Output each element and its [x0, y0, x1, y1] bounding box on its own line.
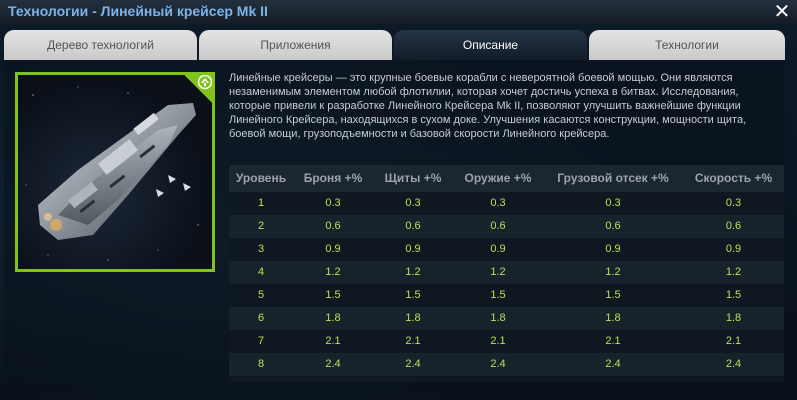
close-icon[interactable]: ✕ — [773, 1, 791, 21]
header-speed: Скорость +% — [694, 171, 773, 185]
cell-weapons: 2.4 — [490, 358, 506, 370]
cell-weapons: 1.5 — [490, 289, 506, 301]
cell-level: 4 — [257, 266, 265, 278]
tab-technologies[interactable]: Технологии — [589, 30, 785, 60]
cell-level: 2 — [257, 220, 265, 232]
tab-bar: Дерево технологий Приложения Описание Те… — [0, 30, 797, 60]
cell-weapons: 0.3 — [490, 197, 506, 209]
tech-window: Технологии - Линейный крейсер Mk II ✕ Де… — [0, 0, 797, 400]
cell-speed: 1.2 — [725, 266, 742, 278]
cell-shields: 2.4 — [405, 358, 421, 370]
cell-speed: 1.8 — [725, 312, 742, 324]
cell-level: 3 — [257, 243, 265, 255]
header-level: Уровень — [235, 171, 287, 185]
cell-level: 6 — [257, 312, 265, 324]
table-row: 7 2.1 2.1 2.1 2.1 2.1 — [229, 330, 784, 353]
header-shields: Щиты +% — [384, 171, 442, 185]
table-row: 1 0.3 0.3 0.3 0.3 0.3 — [229, 192, 784, 215]
cell-speed: 1.5 — [725, 289, 742, 301]
window-title: Технологии - Линейный крейсер Mk II — [8, 3, 268, 19]
cell-level: 5 — [257, 289, 265, 301]
cell-armor: 0.3 — [325, 197, 341, 209]
cell-speed: 0.9 — [725, 243, 742, 255]
cell-armor: 0.6 — [325, 220, 341, 232]
cell-shields: 2.1 — [405, 335, 421, 347]
cell-level: 7 — [257, 335, 265, 347]
cell-cargo: 0.6 — [605, 220, 621, 232]
cell-level: 1 — [257, 197, 265, 209]
cell-shields: 1.5 — [405, 289, 421, 301]
cell-armor: 1.8 — [325, 312, 341, 324]
table-header: Уровень Броня +% Щиты +% Оружие +% Грузо… — [229, 165, 784, 192]
tab-description[interactable]: Описание — [394, 30, 587, 60]
table-row: 5 1.5 1.5 1.5 1.5 1.5 — [229, 284, 784, 307]
cell-shields: 0.6 — [405, 220, 421, 232]
tab-tech-tree[interactable]: Дерево технологий — [4, 30, 197, 60]
cell-shields: 1.2 — [405, 266, 421, 278]
cell-cargo: 2.4 — [605, 358, 621, 370]
cell-armor: 0.9 — [325, 243, 341, 255]
cell-speed: 0.3 — [725, 197, 742, 209]
cell-armor: 1.5 — [325, 289, 341, 301]
cell-weapons: 0.9 — [490, 243, 506, 255]
table-row: 4 1.2 1.2 1.2 1.2 1.2 — [229, 261, 784, 284]
table-row: 6 1.8 1.8 1.8 1.8 1.8 — [229, 307, 784, 330]
description-text: Линейные крейсеры — это крупные боевые к… — [229, 72, 747, 140]
cell-cargo: 1.8 — [605, 312, 621, 324]
cell-speed: 0.6 — [725, 220, 742, 232]
header-weapons: Оружие +% — [464, 171, 532, 185]
cell-weapons: 2.1 — [490, 335, 506, 347]
cell-weapons: 0.6 — [490, 220, 506, 232]
cell-cargo: 2.1 — [605, 335, 621, 347]
upgrade-table: Уровень Броня +% Щиты +% Оружие +% Грузо… — [229, 165, 784, 382]
cell-cargo: 1.2 — [605, 266, 621, 278]
cell-armor: 2.1 — [325, 335, 341, 347]
cell-weapons: 1.2 — [490, 266, 506, 278]
cell-shields: 1.8 — [405, 312, 421, 324]
upgrade-emblem-icon — [197, 75, 212, 90]
cell-level: 8 — [257, 358, 265, 370]
table-row: 2 0.6 0.6 0.6 0.6 0.6 — [229, 215, 784, 238]
header-cargo: Грузовой отсек +% — [557, 171, 669, 185]
cell-cargo: 0.3 — [605, 197, 621, 209]
cell-weapons: 1.8 — [490, 312, 506, 324]
cell-shields: 0.3 — [405, 197, 421, 209]
header-armor: Броня +% — [303, 171, 363, 185]
cell-armor: 1.2 — [325, 266, 341, 278]
cell-armor: 2.4 — [325, 358, 341, 370]
upgrade-badge — [181, 75, 212, 106]
cell-cargo: 1.5 — [605, 289, 621, 301]
ship-image-frame — [15, 72, 215, 272]
cell-shields: 0.9 — [405, 243, 421, 255]
table-row: 3 0.9 0.9 0.9 0.9 0.9 — [229, 238, 784, 261]
table-row: 8 2.4 2.4 2.4 2.4 2.4 — [229, 353, 784, 376]
cell-speed: 2.1 — [725, 335, 742, 347]
tab-applications[interactable]: Приложения — [199, 30, 392, 60]
title-bar: Технологии - Линейный крейсер Mk II ✕ — [0, 0, 797, 24]
cell-cargo: 0.9 — [605, 243, 621, 255]
cell-speed: 2.4 — [725, 358, 742, 370]
